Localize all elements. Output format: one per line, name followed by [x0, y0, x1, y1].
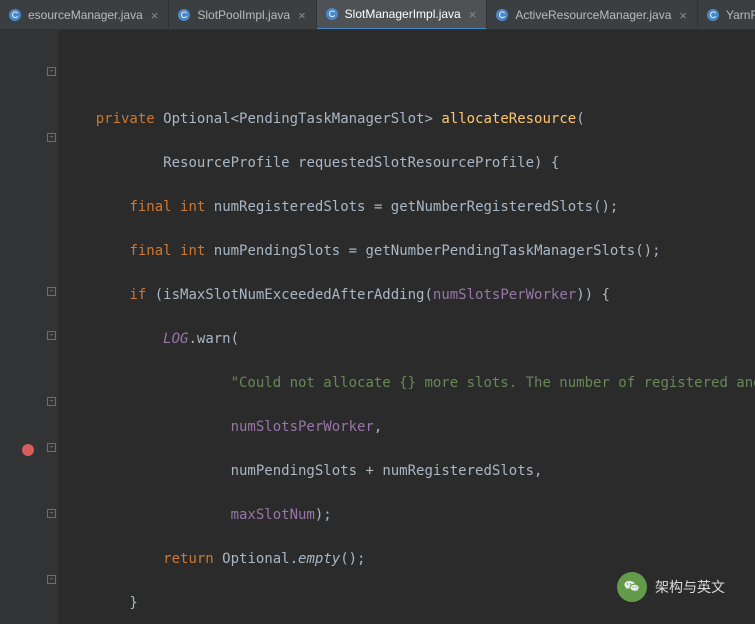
- fold-marker-icon[interactable]: −: [47, 287, 56, 296]
- code-line: numPendingSlots + numRegisteredSlots,: [58, 460, 755, 482]
- fold-marker-icon[interactable]: −: [47, 67, 56, 76]
- tab-slotpool[interactable]: C SlotPoolImpl.java ×: [169, 0, 316, 30]
- code-line: private Optional<PendingTaskManagerSlot>…: [58, 108, 755, 130]
- editor: − − − − − − − − private Optional<Pending…: [0, 30, 755, 624]
- java-class-icon: C: [706, 8, 720, 22]
- code-line: maxSlotNum);: [58, 504, 755, 526]
- fold-marker-icon[interactable]: −: [47, 509, 56, 518]
- java-class-icon: C: [325, 7, 339, 21]
- code-line: LOG.warn(: [58, 328, 755, 350]
- java-class-icon: C: [8, 8, 22, 22]
- tab-activeresource[interactable]: C ActiveResourceManager.java ×: [487, 0, 698, 30]
- code-line: final int numPendingSlots = getNumberPen…: [58, 240, 755, 262]
- wechat-icon: [617, 572, 647, 602]
- close-icon[interactable]: ×: [679, 8, 687, 23]
- svg-text:C: C: [12, 10, 19, 20]
- tab-label: SlotManagerImpl.java: [345, 7, 461, 21]
- code-line: final int numRegisteredSlots = getNumber…: [58, 196, 755, 218]
- fold-marker-icon[interactable]: −: [47, 397, 56, 406]
- code-line: return Optional.empty();: [58, 548, 755, 570]
- code-line: numSlotsPerWorker,: [58, 416, 755, 438]
- tab-resource-manager[interactable]: C esourceManager.java ×: [0, 0, 169, 30]
- svg-text:C: C: [710, 10, 717, 20]
- tab-bar: C esourceManager.java × C SlotPoolImpl.j…: [0, 0, 755, 30]
- watermark-text: 架构与英文: [655, 577, 725, 597]
- tab-label: SlotPoolImpl.java: [197, 8, 290, 22]
- svg-text:C: C: [328, 9, 335, 19]
- svg-text:C: C: [499, 10, 506, 20]
- java-class-icon: C: [177, 8, 191, 22]
- code-line: ResourceProfile requestedSlotResourcePro…: [58, 152, 755, 174]
- code-line: "Could not allocate {} more slots. The n…: [58, 372, 755, 394]
- code-line: if (isMaxSlotNumExceededAfterAdding(numS…: [58, 284, 755, 306]
- tab-label: esourceManager.java: [28, 8, 143, 22]
- close-icon[interactable]: ×: [151, 8, 159, 23]
- gutter[interactable]: − − − − − − − −: [0, 30, 58, 624]
- close-icon[interactable]: ×: [469, 7, 477, 22]
- code-line: [58, 64, 755, 86]
- svg-text:C: C: [181, 10, 188, 20]
- fold-marker-icon[interactable]: −: [47, 133, 56, 142]
- close-icon[interactable]: ×: [298, 8, 306, 23]
- fold-marker-icon[interactable]: −: [47, 331, 56, 340]
- tab-slotmanager[interactable]: C SlotManagerImpl.java ×: [317, 0, 488, 30]
- code-area[interactable]: private Optional<PendingTaskManagerSlot>…: [58, 30, 755, 624]
- watermark: 架构与英文: [617, 572, 725, 602]
- fold-marker-icon[interactable]: −: [47, 443, 56, 452]
- java-class-icon: C: [495, 8, 509, 22]
- breakpoint-icon[interactable]: [22, 444, 34, 456]
- fold-marker-icon[interactable]: −: [47, 575, 56, 584]
- tab-yarn[interactable]: C YarnRe: [698, 0, 755, 30]
- tab-label: YarnRe: [726, 8, 755, 22]
- tab-label: ActiveResourceManager.java: [515, 8, 671, 22]
